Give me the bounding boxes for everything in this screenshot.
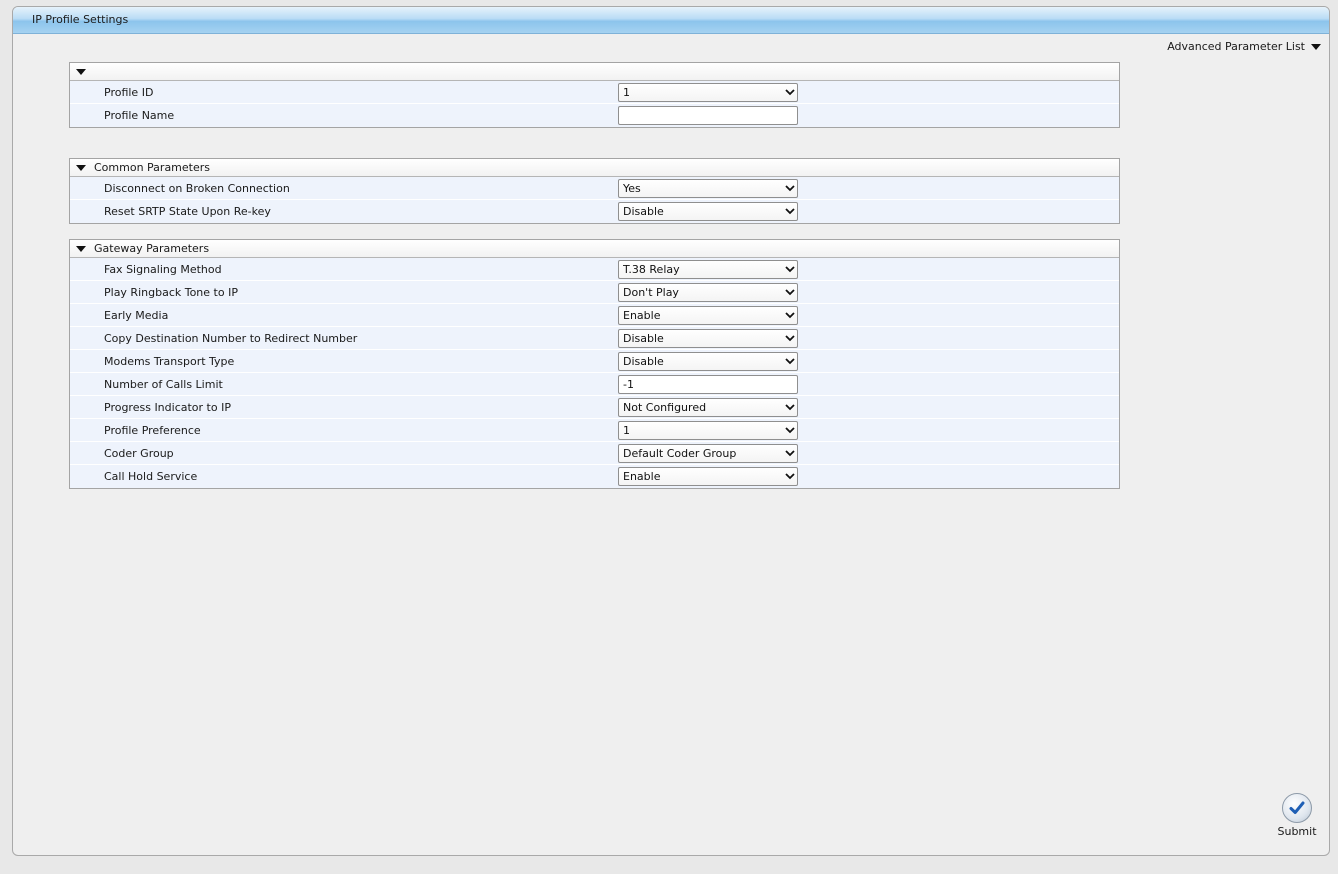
profile-name-field[interactable] bbox=[623, 109, 797, 122]
number-of-calls-limit-input[interactable] bbox=[618, 375, 798, 394]
selected-value: Disable bbox=[623, 332, 664, 345]
reset-srtp-state-upon-re-key-select[interactable]: Disable bbox=[618, 202, 798, 221]
param-row-number-of-calls-limit: Number of Calls Limit bbox=[70, 373, 1119, 396]
param-label: Reset SRTP State Upon Re-key bbox=[104, 205, 271, 218]
param-label: Play Ringback Tone to IP bbox=[104, 286, 238, 299]
chevron-down-icon bbox=[783, 399, 797, 416]
param-label: Number of Calls Limit bbox=[104, 378, 223, 391]
caret-down-icon bbox=[1311, 44, 1321, 50]
param-label: Fax Signaling Method bbox=[104, 263, 222, 276]
profile-id-select[interactable]: 1 bbox=[618, 83, 798, 102]
chevron-down-icon bbox=[783, 261, 797, 278]
chevron-down-icon bbox=[783, 468, 797, 485]
early-media-select[interactable]: Enable bbox=[618, 306, 798, 325]
param-row-profile-name: Profile Name bbox=[70, 104, 1119, 127]
selected-value: Disable bbox=[623, 205, 664, 218]
selected-value: Yes bbox=[623, 182, 641, 195]
param-row-disconnect-on-broken-connection: Disconnect on Broken Connection Yes bbox=[70, 177, 1119, 200]
selected-value: Enable bbox=[623, 309, 661, 322]
selected-value: 1 bbox=[623, 86, 630, 99]
chevron-down-icon bbox=[783, 307, 797, 324]
param-row-progress-indicator-to-ip: Progress Indicator to IP Not Configured bbox=[70, 396, 1119, 419]
collapse-triangle-icon[interactable] bbox=[76, 165, 86, 171]
param-row-reset-srtp-state-upon-re-key: Reset SRTP State Upon Re-key Disable bbox=[70, 200, 1119, 223]
chevron-down-icon bbox=[783, 330, 797, 347]
section-header bbox=[70, 63, 1119, 81]
param-row-profile-id: Profile ID 1 bbox=[70, 81, 1119, 104]
section-gateway-parameters: Gateway Parameters Fax Signaling Method T… bbox=[69, 239, 1120, 489]
param-row-profile-preference: Profile Preference 1 bbox=[70, 419, 1119, 442]
modems-transport-type-select[interactable]: Disable bbox=[618, 352, 798, 371]
collapse-triangle-icon[interactable] bbox=[76, 246, 86, 252]
chevron-down-icon bbox=[783, 353, 797, 370]
param-row-fax-signaling-method: Fax Signaling Method T.38 Relay bbox=[70, 258, 1119, 281]
section-title: Common Parameters bbox=[94, 161, 210, 174]
window-title-bar: IP Profile Settings bbox=[13, 7, 1329, 34]
param-row-copy-destination-number-to-redirect-number: Copy Destination Number to Redirect Numb… bbox=[70, 327, 1119, 350]
param-label: Profile ID bbox=[104, 86, 154, 99]
chevron-down-icon bbox=[783, 422, 797, 439]
section-title: Gateway Parameters bbox=[94, 242, 210, 255]
param-label: Progress Indicator to IP bbox=[104, 401, 231, 414]
param-row-early-media: Early Media Enable bbox=[70, 304, 1119, 327]
chevron-down-icon bbox=[783, 203, 797, 220]
section-header: Common Parameters bbox=[70, 159, 1119, 177]
param-label: Early Media bbox=[104, 309, 169, 322]
param-row-modems-transport-type: Modems Transport Type Disable bbox=[70, 350, 1119, 373]
progress-indicator-to-ip-select[interactable]: Not Configured bbox=[618, 398, 798, 417]
param-label: Disconnect on Broken Connection bbox=[104, 182, 290, 195]
param-label: Call Hold Service bbox=[104, 470, 198, 483]
disconnect-on-broken-connection-select[interactable]: Yes bbox=[618, 179, 798, 198]
selected-value: T.38 Relay bbox=[623, 263, 680, 276]
chevron-down-icon bbox=[783, 445, 797, 462]
selected-value: Disable bbox=[623, 355, 664, 368]
section-common-parameters: Common Parameters Disconnect on Broken C… bbox=[69, 158, 1120, 224]
chevron-down-icon bbox=[783, 284, 797, 301]
section-header: Gateway Parameters bbox=[70, 240, 1119, 258]
profile-name-input[interactable] bbox=[618, 106, 798, 125]
selected-value: Default Coder Group bbox=[623, 447, 737, 460]
call-hold-service-select[interactable]: Enable bbox=[618, 467, 798, 486]
section-profile: Profile ID 1 Profile Name bbox=[69, 62, 1120, 128]
collapse-triangle-icon[interactable] bbox=[76, 69, 86, 75]
selected-value: 1 bbox=[623, 424, 630, 437]
selected-value: Not Configured bbox=[623, 401, 707, 414]
param-label: Profile Preference bbox=[104, 424, 201, 437]
param-label: Coder Group bbox=[104, 447, 174, 460]
selected-value: Don't Play bbox=[623, 286, 679, 299]
param-row-play-ringback-tone-to-ip: Play Ringback Tone to IP Don't Play bbox=[70, 281, 1119, 304]
copy-destination-number-to-redirect-number-select[interactable]: Disable bbox=[618, 329, 798, 348]
param-row-call-hold-service: Call Hold Service Enable bbox=[70, 465, 1119, 488]
param-label: Profile Name bbox=[104, 109, 175, 122]
submit-button[interactable]: Submit bbox=[1277, 793, 1317, 838]
window-title: IP Profile Settings bbox=[32, 13, 129, 26]
fax-signaling-method-select[interactable]: T.38 Relay bbox=[618, 260, 798, 279]
advanced-parameter-list-link[interactable]: Advanced Parameter List bbox=[1167, 40, 1321, 53]
chevron-down-icon bbox=[783, 84, 797, 101]
profile-preference-select[interactable]: 1 bbox=[618, 421, 798, 440]
advanced-parameter-list-label: Advanced Parameter List bbox=[1167, 40, 1305, 53]
submit-label: Submit bbox=[1277, 825, 1317, 838]
play-ringback-tone-to-ip-select[interactable]: Don't Play bbox=[618, 283, 798, 302]
coder-group-select[interactable]: Default Coder Group bbox=[618, 444, 798, 463]
number-of-calls-limit-field[interactable] bbox=[623, 378, 797, 391]
selected-value: Enable bbox=[623, 470, 661, 483]
param-label: Modems Transport Type bbox=[104, 355, 235, 368]
param-label: Copy Destination Number to Redirect Numb… bbox=[104, 332, 358, 345]
checkmark-icon bbox=[1282, 793, 1312, 823]
chevron-down-icon bbox=[783, 180, 797, 197]
param-row-coder-group: Coder Group Default Coder Group bbox=[70, 442, 1119, 465]
ip-profile-window: IP Profile Settings Advanced Parameter L… bbox=[12, 6, 1330, 856]
